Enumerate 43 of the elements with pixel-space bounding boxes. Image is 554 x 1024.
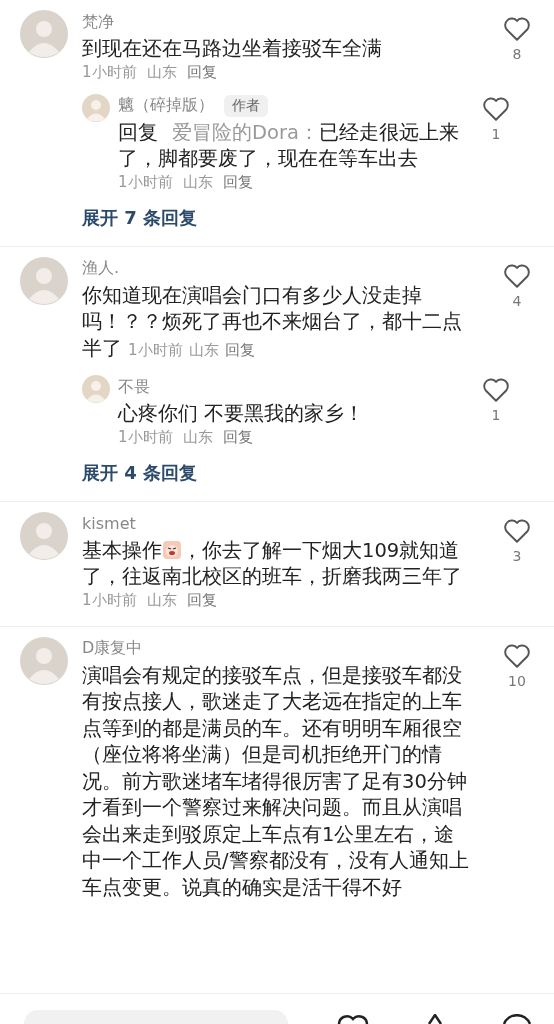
reply-link[interactable]: 回复 (222, 427, 253, 447)
comment-meta: 山东 (182, 172, 213, 192)
like-count: 8 (512, 46, 522, 62)
user-name[interactable]: 不畏 (118, 376, 150, 398)
expand-replies-button[interactable]: 展开 4 条回复 (82, 460, 198, 485)
comment-text: 基本操作 ，你去了解一下烟大109就知道了，往返南北校区的班车，折磨我两三年了 (82, 537, 463, 590)
comment-text: 演唱会有规定的接驳车点，但是接驳车都没有按点接人，歌迷走了大老远在指定的上车点等到的都是满员的车。还有明明车厢很空（座位将将坐满）但是司机拒绝开门的情况。前方歌迷堵车堵得很厉害了足有30分钟才看到一个警察过来解决问题。而且从演唱会出来走到驳原定上车点有1公里左右，途中一个工作人员/警察都没有，没有人通知上车点变更。说真的确实是活干得不好 (82, 662, 470, 901)
comment-meta: 1小时前 (82, 62, 137, 82)
expand-replies-button[interactable]: 展开 7 条回复 (82, 205, 198, 230)
heart-icon[interactable] (503, 642, 531, 669)
like-count: 1 (491, 125, 501, 142)
comment-meta: 山东 (182, 427, 213, 447)
reply-link[interactable]: 回复 (186, 62, 217, 82)
reply-link[interactable]: 回复 (224, 340, 255, 359)
user-name[interactable]: kismet (82, 514, 136, 533)
author-tag: 作者 (224, 94, 268, 117)
heart-icon[interactable] (503, 517, 531, 544)
like-count: 3 (512, 547, 522, 564)
user-name[interactable]: 魑（碎掉版） (118, 95, 214, 116)
user-name[interactable]: D康复中 (82, 638, 143, 659)
comment-meta: 山东 (146, 62, 177, 82)
user-name[interactable]: 渔人. (82, 258, 120, 279)
like-count: 1 (491, 407, 501, 423)
reply-text: 心疼你们 不要黑我的家乡！ (118, 401, 366, 427)
comment-meta: 1小时前 (118, 172, 173, 192)
comment-text: 你知道现在演唱会门口有多少人没走掉吗！？？烦死了再也不来烟台了，都十二点半了 1小时前 山东 回复 (82, 282, 463, 362)
user-name[interactable]: 梵净 (82, 11, 114, 33)
heart-icon[interactable] (482, 95, 510, 122)
heart-icon[interactable] (482, 377, 510, 403)
comment-meta: 山东 (146, 590, 177, 610)
comment-meta: 山东 (188, 340, 219, 359)
like-count: 4 (512, 292, 522, 309)
reply-link[interactable]: 回复 (222, 172, 253, 192)
comment-meta: 1小时前 (118, 427, 173, 447)
reply-text: 回复 爱冒险的Dora：已经走很远上来了，脚都要废了，现在在等车出去 (118, 119, 460, 172)
heart-icon[interactable] (503, 16, 531, 42)
comment-meta: 1小时前 (128, 340, 183, 359)
reply-link[interactable]: 回复 (186, 590, 217, 610)
mention-link[interactable]: 爱冒险的Dora： (172, 120, 319, 144)
comment-text: 到现在还在马路边坐着接驳车全满 (82, 36, 383, 62)
like-count: 10 (508, 672, 526, 689)
comment-meta: 1小时前 (82, 590, 137, 610)
heart-icon[interactable] (503, 262, 531, 289)
